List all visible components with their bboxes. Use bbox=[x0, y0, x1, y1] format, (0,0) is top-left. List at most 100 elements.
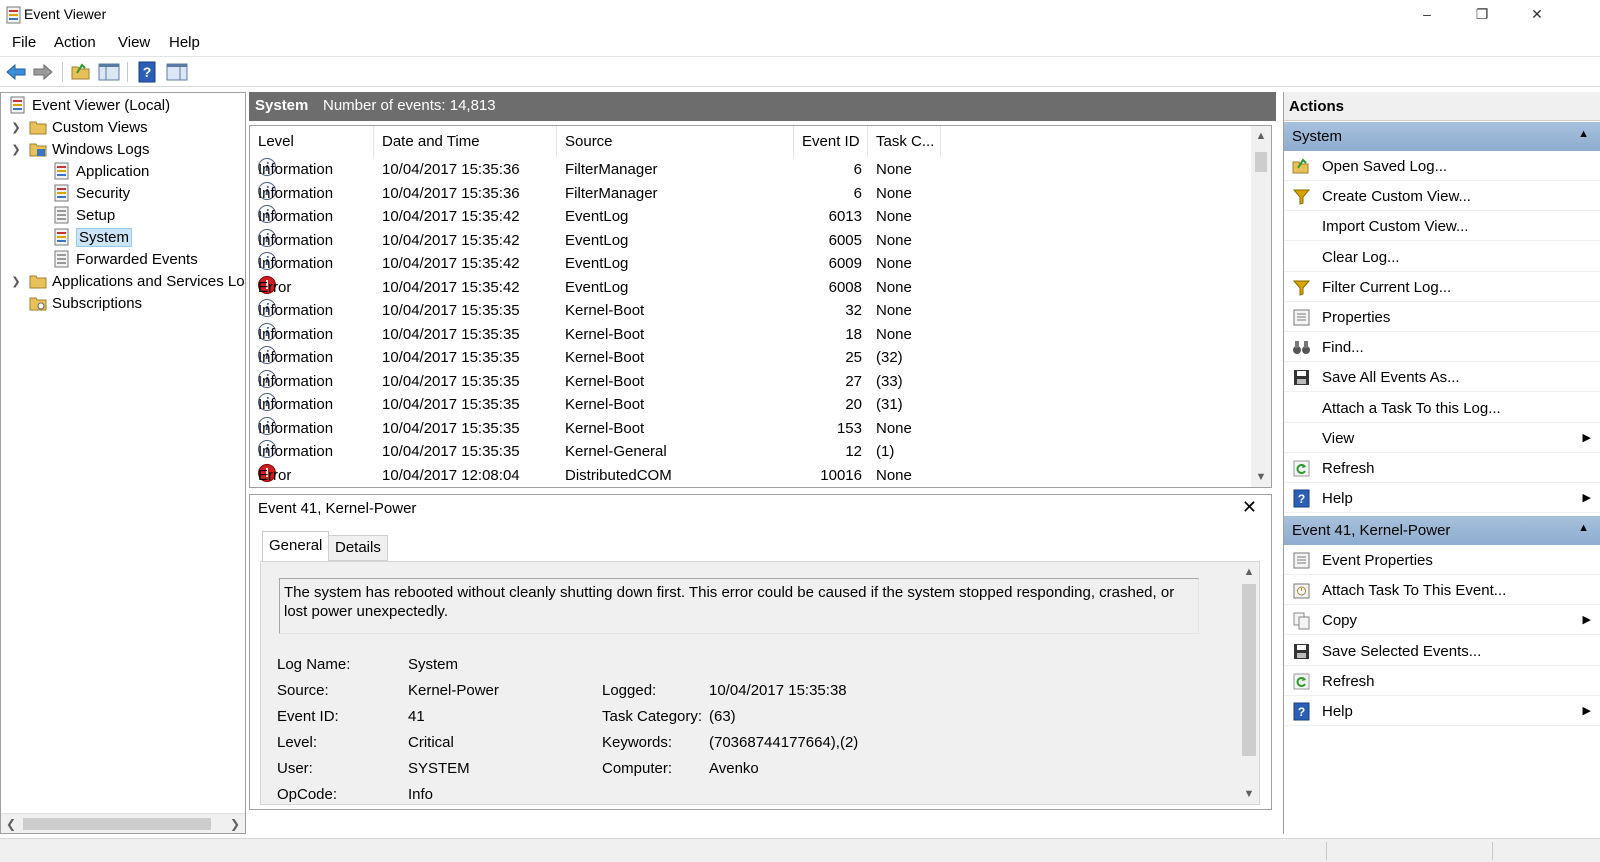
action-save-all-events-as[interactable]: Save All Events As... bbox=[1284, 363, 1600, 393]
maximize-button[interactable]: ❐ bbox=[1459, 0, 1505, 30]
menu-view[interactable]: View bbox=[118, 34, 150, 51]
action-find[interactable]: Find... bbox=[1284, 333, 1600, 363]
show-hide-action-pane-icon[interactable] bbox=[166, 61, 188, 83]
chevron-right-icon[interactable]: ❯ bbox=[10, 117, 22, 139]
event-description[interactable]: The system has rebooted without cleanly … bbox=[279, 578, 1199, 634]
event-row[interactable]: ! Error 10/04/2017 15:35:42 EventLog 6008 Non… bbox=[250, 275, 1253, 299]
collapse-icon[interactable]: ▲ bbox=[1578, 128, 1589, 140]
collapse-icon[interactable]: ▲ bbox=[1578, 522, 1589, 534]
menu-action[interactable]: Action bbox=[54, 34, 96, 51]
tree-item-setup[interactable]: Setup bbox=[53, 205, 115, 227]
close-icon[interactable]: ✕ bbox=[1242, 497, 1257, 518]
action-help[interactable]: ? Help ▶ bbox=[1284, 484, 1600, 514]
column-header-level[interactable]: Level bbox=[250, 126, 374, 158]
scrollbar-thumb[interactable] bbox=[23, 818, 211, 830]
tab-details[interactable]: Details bbox=[328, 535, 388, 561]
action-refresh[interactable]: Refresh bbox=[1284, 667, 1600, 696]
action-copy[interactable]: Copy ▶ bbox=[1284, 606, 1600, 636]
actions-section-event[interactable]: Event 41, Kernel-Power ▲ bbox=[1284, 516, 1600, 545]
action-create-custom-view[interactable]: Create Custom View... bbox=[1284, 182, 1600, 212]
show-hide-tree-icon[interactable] bbox=[98, 61, 120, 83]
scroll-right-icon[interactable]: ❯ bbox=[225, 814, 245, 833]
event-row[interactable]: i Information 10/04/2017 15:35:35 Kernel-Bo… bbox=[250, 299, 1253, 322]
tree-horizontal-scrollbar[interactable]: ❮ ❯ bbox=[1, 813, 245, 833]
help-icon[interactable]: ? bbox=[136, 61, 158, 83]
event-row[interactable]: ! Error 10/04/2017 12:08:04 DistributedCOM 1… bbox=[250, 463, 1253, 487]
save-icon bbox=[1292, 642, 1311, 661]
action-open-saved-log[interactable]: Open Saved Log... bbox=[1284, 152, 1600, 181]
tree-item-forwarded-events[interactable]: Forwarded Events bbox=[53, 249, 198, 271]
action-filter-current-log[interactable]: Filter Current Log... bbox=[1284, 273, 1600, 302]
scroll-up-icon[interactable]: ▲ bbox=[1239, 562, 1259, 582]
event-date: 10/04/2017 15:35:35 bbox=[382, 349, 520, 366]
filter-icon bbox=[1292, 278, 1311, 297]
tree-item-windows-logs[interactable]: Windows Logs bbox=[29, 139, 150, 161]
forward-arrow-icon[interactable] bbox=[32, 61, 54, 83]
event-task-category: (33) bbox=[876, 372, 903, 390]
action-attach-a-task-to-this-log[interactable]: Attach a Task To this Log... bbox=[1284, 394, 1600, 423]
event-row[interactable]: i Information 10/04/2017 15:35:35 Kernel-Bo… bbox=[250, 393, 1253, 416]
scroll-down-icon[interactable]: ▼ bbox=[1239, 784, 1259, 804]
column-header-task-category[interactable]: Task C... bbox=[868, 126, 941, 158]
chevron-right-icon[interactable]: ❯ bbox=[10, 271, 22, 293]
action-event-properties[interactable]: Event Properties bbox=[1284, 546, 1600, 575]
action-view[interactable]: View ▶ bbox=[1284, 424, 1600, 453]
event-row[interactable]: i Information 10/04/2017 15:35:36 FilterMan… bbox=[250, 181, 1253, 205]
action-import-custom-view[interactable]: Import Custom View... bbox=[1284, 212, 1600, 242]
folder-open-icon bbox=[29, 143, 47, 157]
back-arrow-icon[interactable] bbox=[5, 61, 27, 83]
event-row[interactable]: i Information 10/04/2017 15:35:35 Kernel-Bo… bbox=[250, 416, 1253, 440]
event-row[interactable]: i Information 10/04/2017 15:35:42 EventLog 6… bbox=[250, 252, 1253, 275]
tree-item-subscriptions[interactable]: Subscriptions bbox=[29, 293, 142, 315]
action-help[interactable]: ? Help ▶ bbox=[1284, 697, 1600, 726]
tree-item-custom-views[interactable]: Custom Views bbox=[29, 117, 148, 139]
event-row[interactable]: i Information 10/04/2017 15:35:35 Kernel-Bo… bbox=[250, 322, 1253, 346]
scrollbar-thumb[interactable] bbox=[1242, 584, 1256, 756]
value-level: Critical bbox=[408, 734, 454, 751]
action-save-selected-events[interactable]: Save Selected Events... bbox=[1284, 637, 1600, 666]
help-icon: ? bbox=[1292, 489, 1311, 508]
save-icon bbox=[1292, 368, 1311, 387]
close-window-button[interactable]: ✕ bbox=[1514, 0, 1560, 30]
column-header-event-id[interactable]: Event ID bbox=[794, 126, 868, 158]
tab-general[interactable]: General bbox=[262, 531, 330, 561]
detail-vertical-scrollbar[interactable]: ▲ ▼ bbox=[1239, 562, 1259, 804]
event-source: Kernel-Boot bbox=[565, 302, 645, 319]
event-source: EventLog bbox=[565, 255, 629, 272]
action-clear-log[interactable]: Clear Log... bbox=[1284, 243, 1600, 272]
event-row[interactable]: i Information 10/04/2017 15:35:42 EventLog 6… bbox=[250, 205, 1253, 228]
column-header-date[interactable]: Date and Time bbox=[374, 126, 557, 158]
event-id: 32 bbox=[845, 302, 862, 319]
menu-file[interactable]: File bbox=[12, 34, 36, 51]
column-header-source[interactable]: Source bbox=[557, 126, 794, 158]
label-computer: Computer: bbox=[602, 760, 673, 777]
event-row[interactable]: i Information 10/04/2017 15:35:35 Kernel-Bo… bbox=[250, 369, 1253, 393]
tree-item-apps-services[interactable]: Applications and Services Lo bbox=[29, 271, 245, 293]
event-row[interactable]: i Information 10/04/2017 15:35:35 Kernel-Ge… bbox=[250, 440, 1253, 463]
menu-help[interactable]: Help bbox=[169, 34, 200, 51]
event-date: 10/04/2017 15:35:35 bbox=[382, 372, 520, 390]
scroll-down-icon[interactable]: ▼ bbox=[1251, 467, 1271, 487]
value-event-id: 41 bbox=[408, 708, 425, 725]
event-source: Kernel-Boot bbox=[565, 325, 645, 343]
scroll-up-icon[interactable]: ▲ bbox=[1251, 126, 1271, 146]
event-row[interactable]: i Information 10/04/2017 15:35:42 EventLog 6… bbox=[250, 228, 1253, 252]
window-title: Event Viewer bbox=[24, 6, 107, 22]
tree-item-root[interactable]: Event Viewer (Local) bbox=[9, 95, 170, 117]
scrollbar-thumb[interactable] bbox=[1255, 152, 1267, 172]
event-date: 10/04/2017 15:35:42 bbox=[382, 208, 520, 225]
action-properties[interactable]: Properties bbox=[1284, 303, 1600, 332]
minimize-button[interactable]: – bbox=[1404, 0, 1450, 30]
chevron-down-icon[interactable]: ❯ bbox=[10, 139, 22, 161]
action-attach-task-to-this-event[interactable]: Attach Task To This Event... bbox=[1284, 576, 1600, 606]
event-row[interactable]: i Information 10/04/2017 15:35:36 FilterMan… bbox=[250, 158, 1253, 181]
open-folder-icon[interactable] bbox=[70, 61, 92, 83]
tree-item-security[interactable]: Security bbox=[53, 183, 130, 205]
tree-item-system[interactable]: System bbox=[53, 227, 133, 249]
event-row[interactable]: i Information 10/04/2017 15:35:35 Kernel-Bo… bbox=[250, 346, 1253, 369]
tree-item-application[interactable]: Application bbox=[53, 161, 149, 183]
events-vertical-scrollbar[interactable]: ▲ ▼ bbox=[1251, 126, 1271, 487]
actions-section-system[interactable]: System ▲ bbox=[1284, 122, 1600, 151]
scroll-left-icon[interactable]: ❮ bbox=[1, 814, 21, 833]
action-refresh[interactable]: Refresh bbox=[1284, 454, 1600, 483]
